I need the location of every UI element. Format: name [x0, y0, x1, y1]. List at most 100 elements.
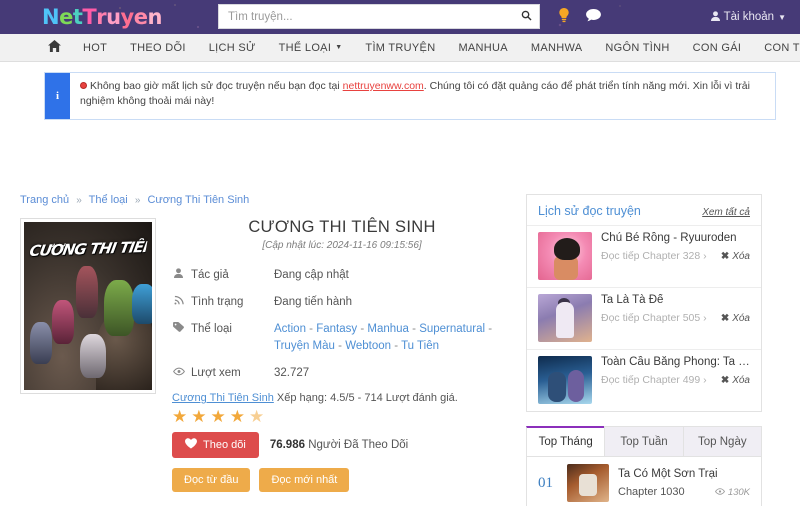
list-item[interactable]: Ta Là Tà Đế Đọc tiếp Chapter 505 › ✖ Xóa: [527, 287, 761, 349]
top-rank: 01: [538, 474, 553, 491]
breadcrumb-item-home[interactable]: Trang chủ: [20, 194, 69, 206]
nav-item-hot[interactable]: HOT: [72, 34, 119, 61]
tag-icon: [172, 321, 185, 338]
info-label-text: Lượt xem: [191, 367, 241, 380]
genre-link[interactable]: Webtoon: [345, 340, 391, 352]
nav-item-con-gai[interactable]: CON GÁI: [682, 34, 754, 61]
genre-link[interactable]: Fantasy: [316, 323, 357, 335]
info-label: Thể loại: [172, 321, 274, 357]
comic-detail: CƯƠNG THI TIÊN SINH CƯƠNG THI TIÊN SINH …: [20, 218, 512, 493]
cover-figure: [104, 280, 134, 336]
nav-label: CON TRAI: [764, 41, 800, 54]
info-value-author: Đang cập nhật: [274, 269, 349, 281]
home-icon: [48, 40, 61, 55]
top-item-chapter[interactable]: Chapter 1030: [618, 486, 685, 498]
info-row-status: Tình trạng Đang tiến hành: [172, 294, 512, 312]
comic-cover[interactable]: CƯƠNG THI TIÊN SINH: [20, 218, 156, 394]
site-header: NetTruyen Tìm truyện... Tài khoản ▼: [0, 0, 800, 34]
logo-letter: e: [59, 4, 73, 29]
follow-count: 76.986 Người Đã Theo Dõi: [270, 439, 408, 451]
history-thumbnail[interactable]: [538, 294, 592, 342]
chat-bubble-icon[interactable]: [586, 9, 601, 25]
search-icon[interactable]: [513, 10, 539, 24]
logo-letter: T: [82, 4, 97, 29]
info-row-author: Tác giả Đang cập nhật: [172, 267, 512, 285]
history-delete-button[interactable]: ✖ Xóa: [721, 375, 750, 386]
close-icon: ✖: [720, 374, 730, 386]
logo-letter: t: [72, 4, 83, 29]
list-item[interactable]: Chú Bé Rồng - Ryuuroden Đọc tiếp Chapter…: [527, 225, 761, 287]
top-thumbnail[interactable]: [567, 464, 609, 502]
nav-item-the-loai[interactable]: THỂ LOẠI ▼: [268, 34, 355, 61]
info-label: Lượt xem: [172, 365, 274, 383]
top-item-sub: Chapter 1030 130K: [618, 486, 750, 498]
genre-link[interactable]: Manhua: [367, 323, 409, 335]
history-item-chapter[interactable]: Đọc tiếp Chapter 328 ›: [601, 250, 707, 262]
history-item-body: Chú Bé Rồng - Ryuuroden Đọc tiếp Chapter…: [601, 232, 750, 280]
history-item-title[interactable]: Ta Là Tà Đế: [601, 294, 750, 306]
nav-label: THEO DÕI: [130, 41, 186, 54]
genre-link[interactable]: Truyện Màu: [274, 340, 335, 352]
eye-icon: [172, 365, 185, 382]
site-logo[interactable]: NetTruyen: [0, 4, 162, 29]
nav-item-theo-doi[interactable]: THEO DÕI: [119, 34, 198, 61]
account-label: Tài khoản: [723, 11, 775, 23]
read-first-button[interactable]: Đọc từ đầu: [172, 468, 251, 493]
nav-item-home[interactable]: [48, 34, 72, 61]
main-column: Trang chủ » Thể loại » Cương Thi Tiên Si…: [20, 78, 512, 506]
info-label: Tình trạng: [172, 294, 274, 312]
genre-link[interactable]: Supernatural: [419, 323, 485, 335]
close-icon: ✖: [720, 250, 730, 262]
genre-link[interactable]: Tu Tiên: [401, 340, 439, 352]
top-item-title[interactable]: Ta Có Một Sơn Trại: [618, 468, 750, 480]
lightbulb-icon[interactable]: [558, 8, 570, 26]
cover-artwork: CƯƠNG THI TIÊN SINH: [24, 222, 152, 390]
page-title: CƯƠNG THI TIÊN SINH: [248, 218, 436, 236]
history-delete-button[interactable]: ✖ Xóa: [721, 251, 750, 262]
breadcrumb-item-category[interactable]: Thể loại: [89, 194, 128, 206]
nav-item-tim-truyen[interactable]: TÌM TRUYỆN: [354, 34, 447, 61]
cover-figure: [132, 284, 152, 324]
close-icon: ✖: [720, 312, 730, 324]
nav-item-manhua[interactable]: MANHUA: [447, 34, 519, 61]
list-item[interactable]: 01 Ta Có Một Sơn Trại Chapter 1030 130K: [527, 457, 761, 506]
rating-stars[interactable]: ★★★★★: [172, 408, 512, 425]
history-view-all-link[interactable]: Xem tất cả: [702, 207, 750, 218]
top-item-views: 130K: [714, 487, 750, 498]
history-item-sub: Đọc tiếp Chapter 505 › ✖ Xóa: [601, 312, 750, 324]
history-item-title[interactable]: Toàn Cầu Băng Phong: Ta Chế T...: [601, 356, 750, 368]
history-thumbnail[interactable]: [538, 232, 592, 280]
search-input[interactable]: [219, 5, 513, 28]
history-delete-button[interactable]: ✖ Xóa: [721, 313, 750, 324]
top-tabs: Top Tháng Top Tuần Top Ngày: [526, 426, 762, 457]
tab-top-thang[interactable]: Top Tháng: [526, 426, 606, 456]
search-box[interactable]: [218, 4, 540, 29]
nav-label: CON GÁI: [692, 41, 742, 54]
tab-top-ngay[interactable]: Top Ngày: [682, 426, 762, 456]
follow-button[interactable]: Theo dõi: [172, 432, 259, 459]
nav-item-con-trai[interactable]: CON TRAI: [753, 34, 800, 61]
follow-button-label: Theo dõi: [203, 439, 246, 452]
logo-letter: n: [147, 4, 162, 29]
tab-top-tuan[interactable]: Top Tuần: [604, 426, 684, 456]
history-item-chapter[interactable]: Đọc tiếp Chapter 499 ›: [601, 374, 707, 386]
history-item-body: Ta Là Tà Đế Đọc tiếp Chapter 505 › ✖ Xóa: [601, 294, 750, 342]
updated-timestamp: [Cập nhật lúc: 2024-11-16 09:15:56]: [262, 240, 422, 251]
breadcrumb-item-current[interactable]: Cương Thi Tiên Sinh: [147, 194, 249, 206]
nav-item-ngon-tinh[interactable]: NGÔN TÌNH: [594, 34, 681, 61]
content-wrap: Trang chủ » Thể loại » Cương Thi Tiên Si…: [0, 62, 800, 506]
cover-figure: [80, 334, 106, 378]
history-item-chapter[interactable]: Đọc tiếp Chapter 505 ›: [601, 312, 707, 324]
history-header: Lịch sử đọc truyện Xem tất cả: [527, 195, 761, 225]
nav-item-lich-su[interactable]: LỊCH SỬ: [198, 34, 268, 61]
history-panel: Lịch sử đọc truyện Xem tất cả Chú Bé Rồn…: [526, 194, 762, 412]
genre-link[interactable]: Action: [274, 323, 306, 335]
list-item[interactable]: Toàn Cầu Băng Phong: Ta Chế T... Đọc tiế…: [527, 349, 761, 411]
read-latest-button[interactable]: Đọc mới nhất: [259, 468, 350, 493]
account-menu[interactable]: Tài khoản ▼: [710, 0, 786, 34]
nav-label: LỊCH SỬ: [208, 41, 256, 54]
history-item-title[interactable]: Chú Bé Rồng - Ryuuroden: [601, 232, 750, 244]
history-thumbnail[interactable]: [538, 356, 592, 404]
nav-item-manhwa[interactable]: MANHWA: [520, 34, 595, 61]
rating-comic-link[interactable]: Cương Thi Tiên Sinh: [172, 392, 274, 404]
